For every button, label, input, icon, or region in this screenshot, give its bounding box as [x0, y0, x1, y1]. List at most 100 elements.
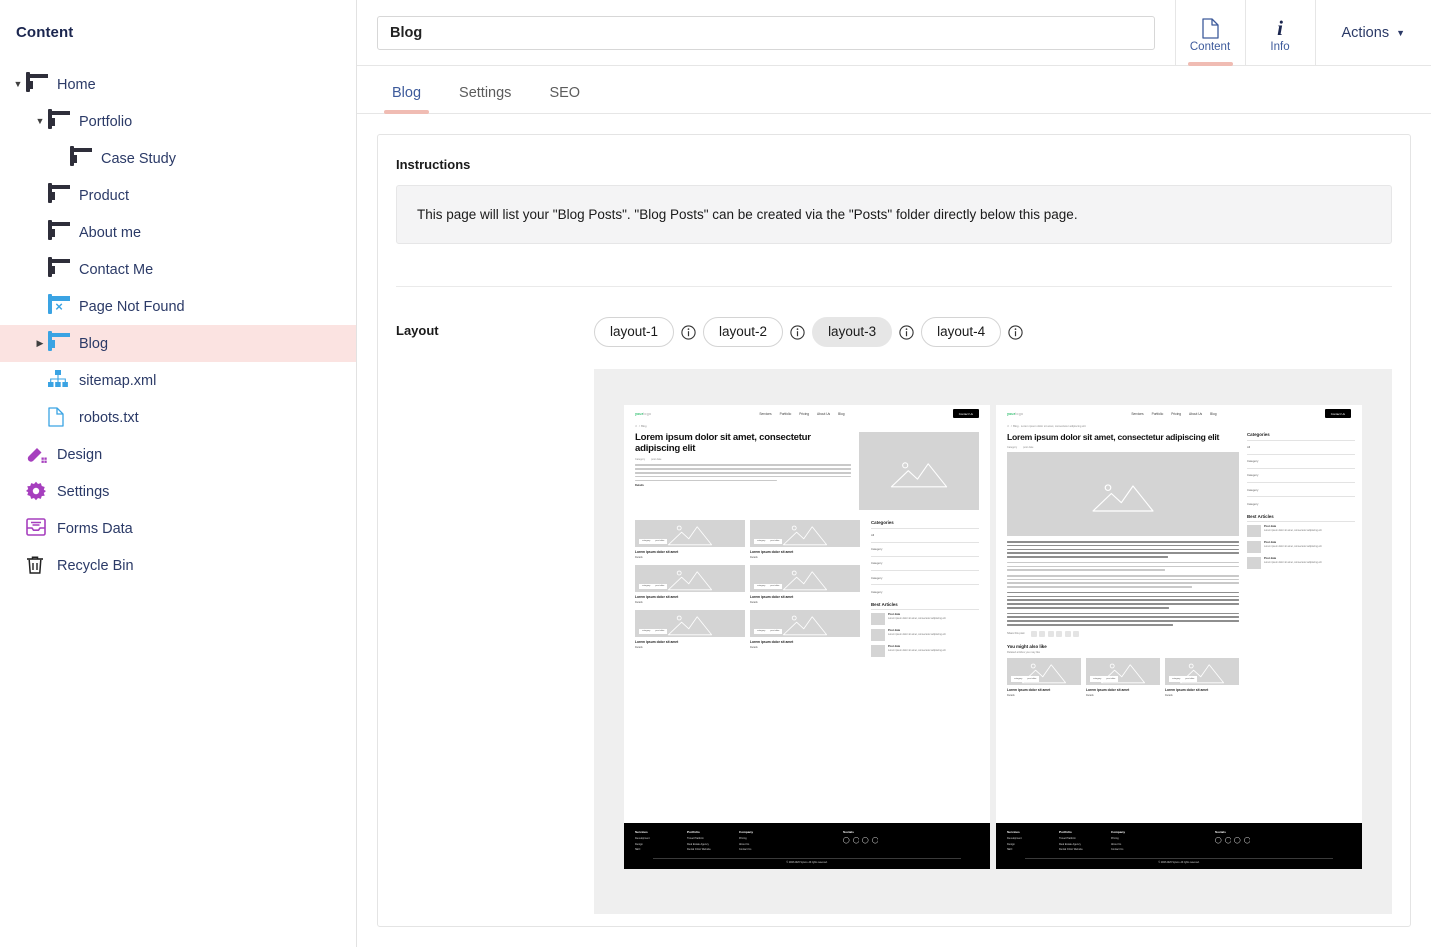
mini-category-item[interactable]: Category	[1247, 471, 1355, 479]
mini-footer-link[interactable]: About Us	[1111, 843, 1163, 846]
share-button[interactable]	[1056, 631, 1062, 637]
mini-footer-link[interactable]: Development	[635, 837, 687, 840]
tree-caret[interactable]	[32, 117, 48, 126]
layout-chip-layout-1[interactable]: layout-1	[594, 317, 674, 347]
mini-footer-link[interactable]: Design	[1007, 843, 1059, 846]
mini-nav-item[interactable]: About Us	[1189, 412, 1202, 416]
layout-chip-layout-2[interactable]: layout-2	[703, 317, 783, 347]
mini-footer-link[interactable]: Real Estate Agency	[1059, 843, 1111, 846]
mini-card-link[interactable]: Details	[635, 556, 745, 559]
mini-nav-item[interactable]: Portfolio	[780, 412, 792, 416]
mini-card-link[interactable]: Details	[1007, 694, 1081, 697]
mini-footer-link[interactable]: Dental Clinic Website	[1059, 848, 1111, 851]
instagram-icon[interactable]	[862, 837, 869, 845]
mini-footer-link[interactable]: Pricing	[1111, 837, 1163, 840]
mini-post-card[interactable]: category post date Lorem ipsum dolor sit a…	[1165, 658, 1239, 697]
mini-category-item[interactable]: Category	[1247, 500, 1355, 508]
mini-footer-link[interactable]: Pricing	[739, 837, 791, 840]
mini-category-item[interactable]: Category	[871, 588, 979, 596]
mini-best-article[interactable]: Post date Lorem ipsum dolor sit amet, con…	[871, 613, 979, 625]
mini-post-card[interactable]: category post date Lorem ipsum dolor sit a…	[635, 565, 745, 604]
info-circle-icon[interactable]	[681, 325, 696, 340]
mini-post-card[interactable]: category post date Lorem ipsum dolor sit a…	[750, 520, 860, 559]
mini-footer-link[interactable]: Dental Clinic Website	[687, 848, 739, 851]
mini-footer-link[interactable]: About Us	[739, 843, 791, 846]
mini-cta-button[interactable]: Contact Us	[953, 409, 979, 418]
mini-post-card[interactable]: category post date Lorem ipsum dolor sit a…	[635, 610, 745, 649]
mini-card-link[interactable]: Details	[1165, 694, 1239, 697]
actions-button[interactable]: Actions ▼	[1315, 0, 1431, 65]
sidebar-item-sitemap-xml[interactable]: sitemap.xml	[0, 362, 356, 399]
sidebar-item-forms-data[interactable]: Forms Data	[0, 510, 356, 547]
mini-footer-link[interactable]: SEO	[635, 848, 687, 851]
mini-best-article[interactable]: Post date Lorem ipsum dolor sit amet, con…	[1247, 557, 1355, 569]
mini-nav-item[interactable]: Services	[1131, 412, 1143, 416]
info-circle-icon[interactable]	[790, 325, 805, 340]
mini-category-item[interactable]: All	[1247, 443, 1355, 451]
mini-card-link[interactable]: Details	[750, 556, 860, 559]
mini-footer-link[interactable]: Contact Us	[1111, 848, 1163, 851]
mini-best-article[interactable]: Post date Lorem ipsum dolor sit amet, con…	[871, 629, 979, 641]
share-button[interactable]	[1065, 631, 1071, 637]
share-button[interactable]	[1073, 631, 1079, 637]
sidebar-item-contact-me[interactable]: Contact Me	[0, 251, 356, 288]
twitter-icon[interactable]	[1244, 837, 1251, 845]
mini-nav-item[interactable]: Pricing	[1171, 412, 1181, 416]
layout-preview-left[interactable]: youryourlogologo Services Portfolio Pricing…	[624, 405, 990, 869]
mini-card-link[interactable]: Details	[750, 646, 860, 649]
mini-category-item[interactable]: Category	[871, 574, 979, 582]
mini-cta-button[interactable]: Contact Us	[1325, 409, 1351, 418]
mini-category-item[interactable]: Category	[871, 559, 979, 567]
mini-category-item[interactable]: Category	[1247, 457, 1355, 465]
sidebar-item-blog[interactable]: Blog	[0, 325, 356, 362]
sidebar-item-page-not-found[interactable]: Page Not Found	[0, 288, 356, 325]
tree-caret[interactable]	[32, 339, 48, 348]
sidebar-item-robots-txt[interactable]: robots.txt	[0, 399, 356, 436]
layout-chip-layout-3[interactable]: layout-3	[812, 317, 892, 347]
mini-post-card[interactable]: category post date Lorem ipsum dolor sit a…	[750, 610, 860, 649]
mini-footer-link[interactable]: Development	[1007, 837, 1059, 840]
mini-footer-link[interactable]: Design	[635, 843, 687, 846]
page-name-input[interactable]	[377, 16, 1155, 50]
mini-hero-link[interactable]: Details	[635, 484, 851, 487]
sidebar-item-home[interactable]: Home	[0, 66, 356, 103]
mini-footer-link[interactable]: Travel Platform	[1059, 837, 1111, 840]
mini-card-link[interactable]: Details	[750, 601, 860, 604]
mini-footer-link[interactable]: SEO	[1007, 848, 1059, 851]
sidebar-item-design[interactable]: Design	[0, 436, 356, 473]
instagram-icon[interactable]	[1234, 837, 1241, 845]
behance-icon[interactable]	[1215, 837, 1222, 845]
layout-chip-layout-4[interactable]: layout-4	[921, 317, 1001, 347]
toolbar-button-info[interactable]: i Info	[1245, 0, 1315, 65]
mini-logo[interactable]: youryourlogologo	[635, 412, 651, 416]
mini-post-card[interactable]: category post date Lorem ipsum dolor sit a…	[1007, 658, 1081, 697]
mini-card-link[interactable]: Details	[635, 646, 745, 649]
mini-nav-item[interactable]: Blog	[838, 412, 844, 416]
mini-category-item[interactable]: Category	[871, 545, 979, 553]
facebook-icon[interactable]	[1225, 837, 1232, 845]
mini-nav-item[interactable]: Portfolio	[1152, 412, 1164, 416]
sidebar-item-portfolio[interactable]: Portfolio	[0, 103, 356, 140]
mini-post-card[interactable]: category post date Lorem ipsum dolor sit a…	[635, 520, 745, 559]
tab-blog[interactable]: Blog	[379, 85, 434, 113]
tab-settings[interactable]: Settings	[446, 85, 524, 113]
mini-nav-item[interactable]: Blog	[1210, 412, 1216, 416]
mini-footer-link[interactable]: Real Estate Agency	[687, 843, 739, 846]
mini-footer-link[interactable]: Contact Us	[739, 848, 791, 851]
mini-footer-link[interactable]: Travel Platform	[687, 837, 739, 840]
share-button[interactable]	[1048, 631, 1054, 637]
mini-category-item[interactable]: Category	[1247, 486, 1355, 494]
share-button[interactable]	[1039, 631, 1045, 637]
mini-post-card[interactable]: category post date Lorem ipsum dolor sit a…	[750, 565, 860, 604]
mini-nav-item[interactable]: Pricing	[799, 412, 809, 416]
mini-best-article[interactable]: Post date Lorem ipsum dolor sit amet, con…	[1247, 541, 1355, 553]
info-circle-icon[interactable]	[1008, 325, 1023, 340]
mini-nav-item[interactable]: About Us	[817, 412, 830, 416]
share-button[interactable]	[1031, 631, 1037, 637]
tree-caret[interactable]	[10, 80, 26, 89]
mini-card-link[interactable]: Details	[635, 601, 745, 604]
mini-card-link[interactable]: Details	[1086, 694, 1160, 697]
mini-category-item[interactable]: All	[871, 531, 979, 539]
mini-post-card[interactable]: category post date Lorem ipsum dolor sit a…	[1086, 658, 1160, 697]
mini-best-article[interactable]: Post date Lorem ipsum dolor sit amet, con…	[871, 645, 979, 657]
